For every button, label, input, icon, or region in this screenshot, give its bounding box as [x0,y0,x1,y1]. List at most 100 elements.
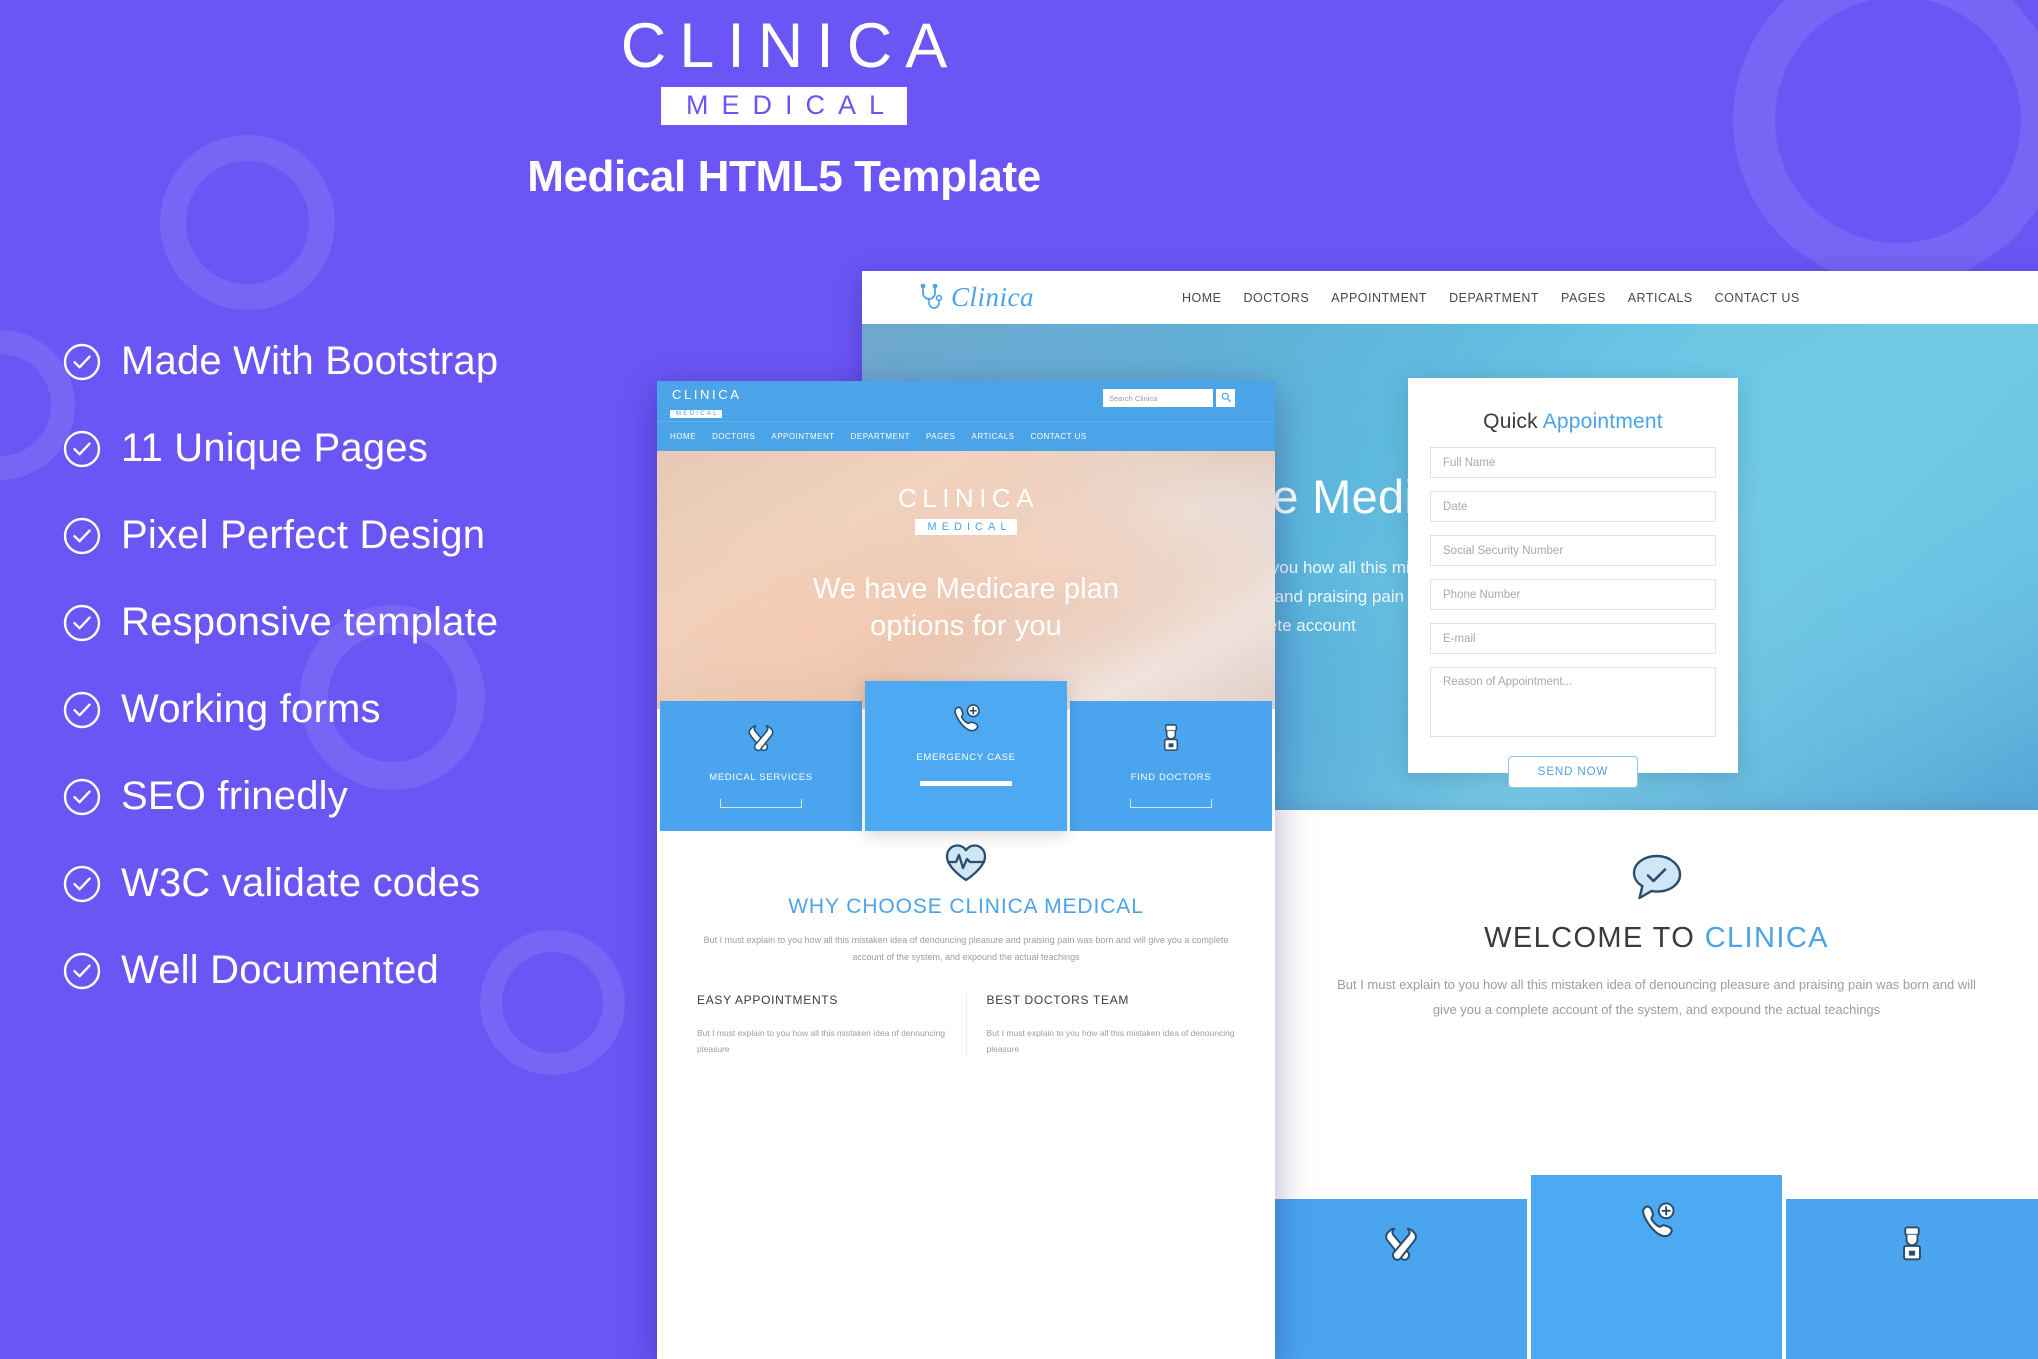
nav-item-contact-us[interactable]: CONTACT US [1715,291,1800,305]
column-body: But I must explain to you how all this m… [697,1028,946,1055]
email-field[interactable]: E-mail [1430,623,1716,654]
brand-name: CLINICA [620,11,961,81]
front-logo-sub-box: MEDICAL [670,410,722,419]
nav-item-department[interactable]: DEPARTMENT [851,432,910,441]
card-find-doctors[interactable]: FIND DOCTORS [1070,701,1272,831]
doctor-device-icon [1156,723,1186,758]
nav-item-appointment[interactable]: APPOINTMENT [771,432,834,441]
nav-item-doctors[interactable]: DOCTORS [1244,291,1310,305]
welcome-chat-icon [1628,852,1686,904]
nav-item-home[interactable]: HOME [1182,291,1222,305]
card-underline [1130,799,1212,808]
decorative-ring-icon [1733,0,2038,285]
why-choose-body: But I must explain to you how all this m… [703,935,1229,963]
front-topbar: CLINICA MEDICAL Search Clinica [657,381,1275,421]
feature-label: Responsive template [121,600,499,644]
nav-item-contact-us[interactable]: CONTACT US [1030,432,1086,441]
search-bar: Search Clinica [1103,389,1235,407]
card-label: MEDICAL SERVICES [709,772,813,783]
feature-list: Made With Bootstrap 11 Unique Pages Pixe… [62,318,702,1014]
back-nav: HOME DOCTORS APPOINTMENT DEPARTMENT PAGE… [1182,291,1800,305]
check-circle-icon [62,516,102,556]
website-preview-welcome: WELCOME TO CLINICA But I must explain to… [1275,810,2038,1359]
send-now-button[interactable]: SEND NOW [1507,756,1639,788]
front-logo-sub: MEDICAL [676,411,719,418]
back-logo-text: Clinica [951,282,1034,312]
nav-item-articals[interactable]: ARTICALS [1628,291,1693,305]
back-navbar: Clinica HOME DOCTORS APPOINTMENT DEPARTM… [862,271,2038,324]
card-emergency-case[interactable] [1530,1175,1783,1359]
check-circle-icon [62,864,102,904]
front-feature-columns: EASY APPOINTMENTS But I must explain to … [657,993,1275,1058]
list-item: Responsive template [62,579,702,666]
nav-item-pages[interactable]: PAGES [1561,291,1606,305]
nav-item-pages[interactable]: PAGES [926,432,955,441]
feature-label: Well Documented [121,948,439,992]
search-icon [1221,389,1231,407]
phone-field[interactable]: Phone Number [1430,579,1716,610]
date-field[interactable]: Date [1430,491,1716,522]
search-input[interactable]: Search Clinica [1103,389,1213,407]
list-item: 11 Unique Pages [62,405,702,492]
card-medical-services[interactable] [1275,1199,1527,1359]
list-item: Pixel Perfect Design [62,492,702,579]
why-choose-title: WHY CHOOSE CLINICA MEDICAL [788,895,1144,918]
feature-label: 11 Unique Pages [121,426,428,470]
full-name-field[interactable]: Full Name [1430,447,1716,478]
feature-label: SEO frinedly [121,774,348,818]
card-underline [720,799,802,808]
check-circle-icon [62,603,102,643]
column-best-doctors-team: BEST DOCTORS TEAM But I must explain to … [965,993,1256,1058]
brand-sub-box: MEDICAL [660,87,908,125]
check-circle-icon [62,342,102,382]
doctor-device-icon [1893,1225,1931,1268]
front-service-cards: MEDICAL SERVICES EMERGENCY CASE FIND DOC… [657,681,1275,831]
card-underline [920,781,1012,786]
card-find-doctors[interactable] [1786,1199,2038,1359]
front-hero-logo-sub-box: MEDICAL [914,519,1018,535]
column-body: But I must explain to you how all this m… [986,1028,1235,1055]
front-logo-name: CLINICA [672,387,742,402]
front-hero-headline-line1: We have Medicare plan [812,573,1120,605]
appointment-title: Quick Appointment [1430,410,1716,434]
reason-textarea[interactable]: Reason of Appointment... [1430,667,1716,737]
check-circle-icon [62,951,102,991]
feature-label: Made With Bootstrap [121,339,499,383]
website-preview-front: CLINICA MEDICAL Search Clinica HOME DOCT… [657,381,1275,1359]
stethoscope-icon [918,283,944,312]
nav-item-home[interactable]: HOME [670,432,696,441]
appointment-title-accent: Appointment [1542,410,1663,433]
check-circle-icon [62,429,102,469]
nav-item-appointment[interactable]: APPOINTMENT [1331,291,1427,305]
back-site-logo[interactable]: Clinica [918,282,1034,313]
column-title: EASY APPOINTMENTS [697,993,839,1007]
nav-item-department[interactable]: DEPARTMENT [1449,291,1539,305]
check-circle-icon [62,690,102,730]
emergency-phone-icon [951,703,981,738]
ribbon-icon [746,723,776,758]
card-emergency-case[interactable]: EMERGENCY CASE [865,681,1067,831]
feature-label: Working forms [121,687,381,731]
card-label: EMERGENCY CASE [916,752,1016,763]
quick-appointment-form: Quick Appointment Full Name Date Social … [1408,378,1738,788]
list-item: Working forms [62,666,702,753]
welcome-block: WELCOME TO CLINICA But I must explain to… [1275,810,2038,1022]
nav-item-articals[interactable]: ARTICALS [972,432,1015,441]
list-item: W3C validate codes [62,840,702,927]
card-label: FIND DOCTORS [1130,772,1212,783]
brand-logo: CLINICA MEDICAL [0,14,1568,125]
feature-label: Pixel Perfect Design [121,513,486,557]
promo-banner: CLINICA MEDICAL Medical HTML5 Template M… [0,0,2038,1359]
heartbeat-icon [943,841,989,883]
ribbon-icon [1382,1225,1420,1268]
nav-item-doctors[interactable]: DOCTORS [712,432,755,441]
front-site-logo[interactable]: CLINICA MEDICAL [670,387,742,420]
welcome-service-cards [1275,1175,2038,1359]
welcome-title: WELCOME TO CLINICA [1335,922,1978,955]
card-medical-services[interactable]: MEDICAL SERVICES [660,701,862,831]
list-item: SEO frinedly [62,753,702,840]
appointment-title-plain: Quick [1483,410,1543,433]
ssn-field[interactable]: Social Security Number [1430,535,1716,566]
search-button[interactable] [1216,389,1235,407]
front-hero-headline-line2: options for you [870,610,1062,643]
